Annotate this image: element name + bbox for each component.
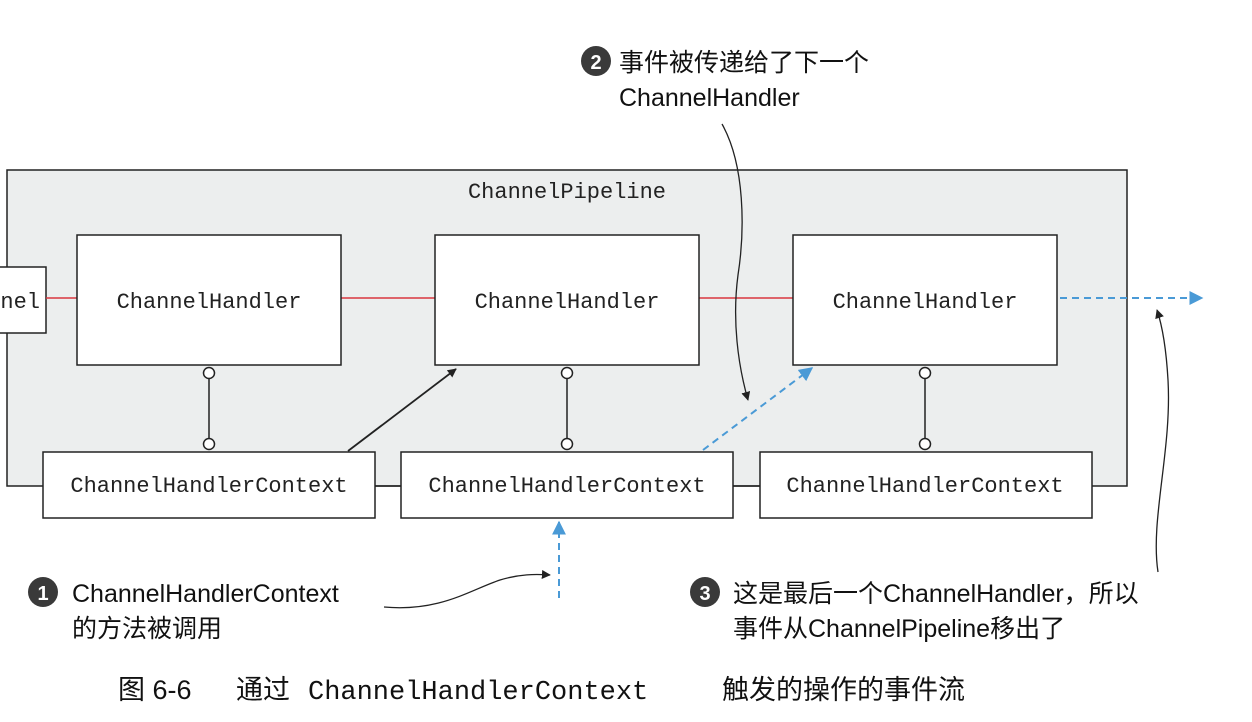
callout-3-number: 3 [699, 583, 710, 605]
caption-prefix: 图 6-6 [118, 675, 192, 705]
callout-2: 2 事件被传递给了下一个 ChannelHandler [581, 46, 869, 112]
channel-handler-3: ChannelHandler [792, 234, 1058, 366]
callout-1-line1: ChannelHandlerContext [72, 580, 339, 608]
callout-2-line1: 事件被传递给了下一个 [619, 49, 869, 77]
channel-pipeline-label: ChannelPipeline [468, 180, 666, 205]
channel-handler-context-1-label: ChannelHandlerContext [70, 474, 347, 499]
callout-1-number: 1 [37, 583, 48, 605]
channel-handler-context-1: ChannelHandlerContext [42, 451, 376, 519]
channel-handler-context-2: ChannelHandlerContext [400, 451, 734, 519]
event-flow-diagram: ChannelPipeline nel ChannelHandler Chann… [0, 46, 1204, 708]
channel-handler-2-label: ChannelHandler [475, 290, 660, 315]
callout-3-line1: 这是最后一个ChannelHandler，所以 [733, 580, 1139, 608]
callout-1: 1 ChannelHandlerContext 的方法被调用 [28, 577, 339, 643]
channel-handler-context-2-label: ChannelHandlerContext [428, 474, 705, 499]
channel-handler-2: ChannelHandler [434, 234, 700, 366]
channel-handler-context-3: ChannelHandlerContext [759, 451, 1093, 519]
channel-partial-label: nel [0, 290, 40, 315]
channel-handler-context-3-label: ChannelHandlerContext [786, 474, 1063, 499]
callout-1-line2: 的方法被调用 [72, 615, 222, 643]
callout-2-line2: ChannelHandler [619, 84, 800, 112]
caption-text2: 触发的操作的事件流 [722, 675, 965, 705]
callout-3: 3 这是最后一个ChannelHandler，所以 事件从ChannelPipe… [690, 577, 1139, 643]
callout-3-leader [1155, 309, 1170, 573]
callout-1-leader [383, 569, 551, 609]
callout-3-line2: 事件从ChannelPipeline移出了 [733, 615, 1065, 643]
caption-text1: 通过 [236, 675, 290, 705]
channel-handler-1-label: ChannelHandler [117, 290, 302, 315]
caption-code: ChannelHandlerContext [308, 678, 648, 708]
channel-handler-3-label: ChannelHandler [833, 290, 1018, 315]
channel-handler-1: ChannelHandler [76, 234, 342, 366]
callout-2-number: 2 [590, 52, 601, 74]
figure-caption: 图 6-6 通过 ChannelHandlerContext 触发的操作的事件流 [118, 675, 965, 708]
